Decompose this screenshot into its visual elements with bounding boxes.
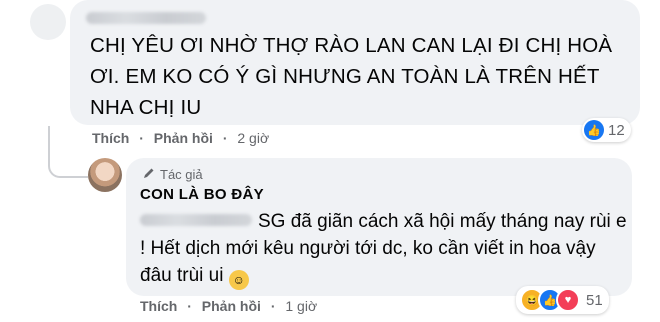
reaction-count: 51 bbox=[586, 291, 603, 309]
like-link[interactable]: Thích bbox=[140, 298, 177, 314]
commenter-avatar[interactable] bbox=[30, 4, 66, 40]
author-badge-label: Tác giả bbox=[160, 167, 203, 182]
reaction-summary[interactable]: 👍 12 bbox=[582, 118, 631, 142]
blurred-commenter-name bbox=[86, 12, 206, 24]
pencil-icon bbox=[142, 166, 156, 183]
reply-text: SG đã giãn cách xã hội mấy tháng nay rùi… bbox=[140, 208, 630, 290]
love-icon: ♥ bbox=[556, 288, 580, 312]
reply-thread-line bbox=[48, 126, 88, 178]
reaction-summary[interactable]: 😆 👍 ♥ 51 bbox=[516, 286, 609, 314]
smiling-face-icon: ☺ bbox=[228, 270, 249, 290]
author-badge: Tác giả bbox=[142, 166, 203, 183]
like-icon: 👍 bbox=[584, 120, 604, 140]
timestamp[interactable]: 1 giờ bbox=[285, 298, 317, 314]
author-name[interactable]: CON LÀ BO ĐÂY bbox=[140, 186, 264, 203]
author-avatar[interactable] bbox=[88, 158, 122, 192]
separator-dot: · bbox=[187, 298, 192, 314]
separator-dot: · bbox=[270, 298, 276, 314]
comment-actions: Thích · Phản hồi · 2 giờ bbox=[92, 130, 275, 146]
separator-dot: · bbox=[139, 130, 144, 146]
reply-link[interactable]: Phản hồi bbox=[154, 130, 213, 146]
separator-dot: · bbox=[222, 130, 228, 146]
reply-link[interactable]: Phản hồi bbox=[202, 298, 261, 314]
reply-text-body: SG đã giãn cách xã hội mấy tháng nay rùi… bbox=[140, 211, 627, 286]
comment-text: CHỊ YÊU ƠI NHỜ THỢ RÀO LAN CAN LẠI ĐI CH… bbox=[90, 34, 613, 119]
like-link[interactable]: Thích bbox=[92, 130, 129, 146]
reaction-count: 12 bbox=[608, 121, 625, 139]
timestamp[interactable]: 2 giờ bbox=[237, 130, 269, 146]
reply-actions: Thích · Phản hồi · 1 giờ bbox=[140, 298, 323, 314]
